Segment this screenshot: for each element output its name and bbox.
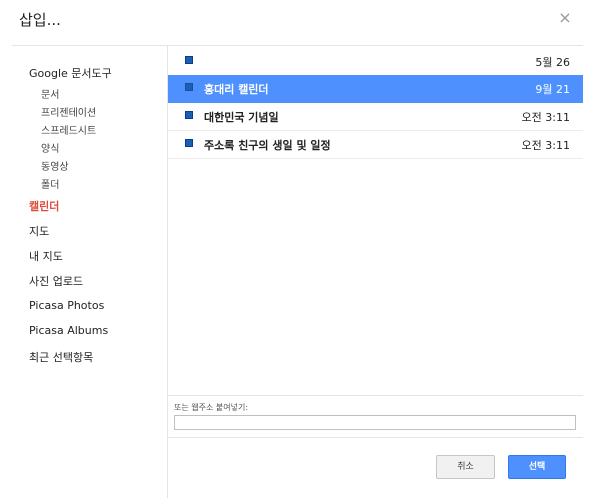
sidebar-item-folders[interactable]: 폴더 xyxy=(41,176,59,191)
calendar-color-icon xyxy=(185,111,193,119)
sidebar-item-google-docs[interactable]: Google 문서도구 xyxy=(29,65,112,81)
sidebar-item-forms[interactable]: 양식 xyxy=(41,140,59,155)
calendar-list: 5월 26 홍대리 캘린더 9월 21 대한민국 기념일 오전 3:11 주소록… xyxy=(168,46,583,396)
list-item-date: 5월 26 xyxy=(535,56,570,69)
sidebar: Google 문서도구 문서 프리젠테이션 스프레드시트 양식 동영상 폴더 캘… xyxy=(0,46,168,498)
close-icon[interactable]: × xyxy=(557,8,573,28)
calendar-color-icon xyxy=(185,139,193,147)
sidebar-item-documents[interactable]: 문서 xyxy=(41,86,59,101)
dialog-title: 삽입... xyxy=(19,11,61,29)
list-item[interactable]: 대한민국 기념일 오전 3:11 xyxy=(168,103,583,131)
list-item[interactable]: 주소록 친구의 생일 및 일정 오전 3:11 xyxy=(168,131,583,159)
list-item-name: 주소록 친구의 생일 및 일정 xyxy=(204,139,331,152)
calendar-color-icon xyxy=(185,83,193,91)
list-item-date: 오전 3:11 xyxy=(521,111,570,124)
url-input[interactable] xyxy=(174,415,576,430)
url-section: 또는 웹주소 붙여넣기: xyxy=(168,395,583,438)
cancel-button[interactable]: 취소 xyxy=(436,455,495,479)
sidebar-item-spreadsheets[interactable]: 스프레드시트 xyxy=(41,122,96,137)
calendar-color-icon xyxy=(185,56,193,64)
list-item-date: 9월 21 xyxy=(535,83,570,96)
sidebar-item-videos[interactable]: 동영상 xyxy=(41,158,69,173)
sidebar-item-picasa-albums[interactable]: Picasa Albums xyxy=(29,324,108,337)
list-item-name: 홍대리 캘린더 xyxy=(204,83,269,96)
sidebar-item-picasa-photos[interactable]: Picasa Photos xyxy=(29,299,104,312)
list-item-date: 오전 3:11 xyxy=(521,139,570,152)
list-item[interactable]: 5월 26 xyxy=(168,48,583,76)
list-item-name: 대한민국 기념일 xyxy=(204,111,279,124)
sidebar-item-calendar[interactable]: 캘린더 xyxy=(29,198,59,214)
select-button[interactable]: 선택 xyxy=(508,455,566,479)
list-item[interactable]: 홍대리 캘린더 9월 21 xyxy=(168,75,583,103)
sidebar-item-my-maps[interactable]: 내 지도 xyxy=(29,248,63,264)
sidebar-item-maps[interactable]: 지도 xyxy=(29,223,49,239)
url-label: 또는 웹주소 붙여넣기: xyxy=(174,403,249,412)
sidebar-item-recent[interactable]: 최근 선택항목 xyxy=(29,349,93,365)
sidebar-item-photo-upload[interactable]: 사진 업로드 xyxy=(29,273,83,289)
sidebar-item-presentations[interactable]: 프리젠테이션 xyxy=(41,104,96,119)
